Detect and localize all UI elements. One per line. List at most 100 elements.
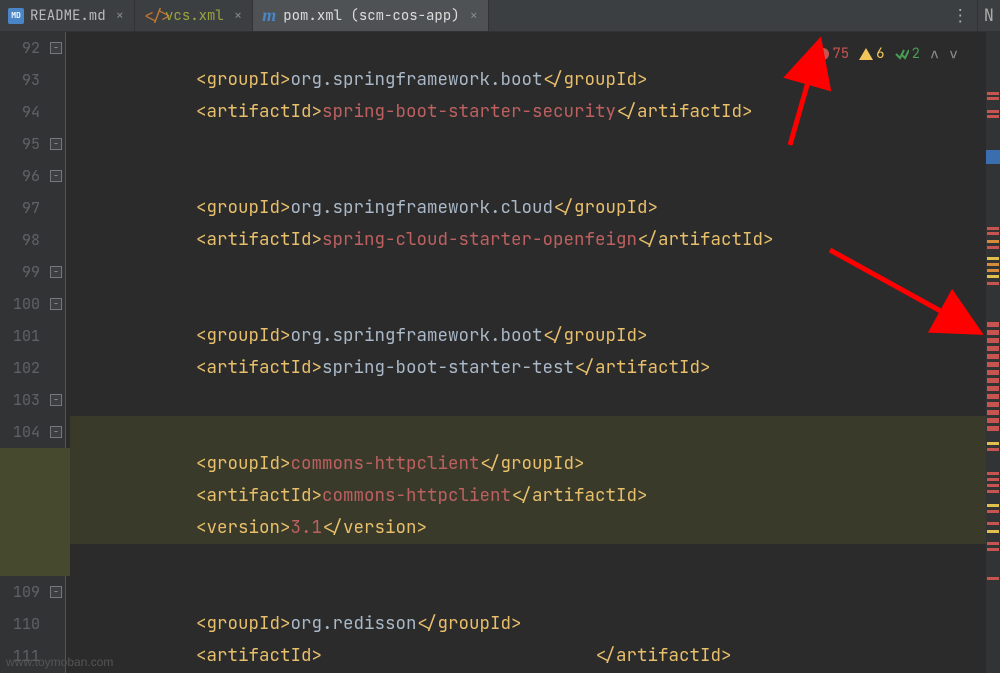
fold-toggle-icon[interactable]: − bbox=[50, 42, 62, 54]
error-icon: ! bbox=[817, 48, 829, 60]
error-stripe-marker[interactable] bbox=[987, 269, 999, 272]
fold-toggle-icon[interactable]: − bbox=[50, 170, 62, 182]
error-stripe-marker[interactable] bbox=[987, 354, 999, 359]
code-line[interactable]: <groupId>org.springframework.boot</group… bbox=[70, 64, 986, 96]
error-stripe-marker[interactable] bbox=[987, 522, 999, 525]
fold-toggle-icon[interactable]: − bbox=[50, 394, 62, 406]
code-line[interactable] bbox=[70, 544, 986, 576]
error-stripe-marker[interactable] bbox=[987, 418, 999, 423]
maven-icon: m bbox=[261, 5, 277, 26]
code-line[interactable]: <version>3.1</version> bbox=[70, 512, 986, 544]
error-stripe-marker[interactable] bbox=[987, 330, 999, 335]
error-stripe-marker[interactable] bbox=[987, 322, 999, 327]
code-line[interactable] bbox=[70, 288, 986, 320]
editor-tabs: MD README.md × </> vcs.xml × m pom.xml (… bbox=[0, 0, 1000, 32]
error-stripe-marker[interactable] bbox=[987, 240, 999, 243]
code-line[interactable]: <artifactId>commons-httpclient</artifact… bbox=[70, 480, 986, 512]
warning-indicator[interactable]: 6 bbox=[859, 45, 884, 63]
error-stripe-marker[interactable] bbox=[987, 410, 999, 415]
tab-vcs[interactable]: </> vcs.xml × bbox=[135, 0, 253, 31]
error-stripe-marker[interactable] bbox=[987, 448, 999, 451]
code-line[interactable]: <artifactId>spring-boot-starter-test</ar… bbox=[70, 352, 986, 384]
error-stripe-marker[interactable] bbox=[987, 490, 999, 493]
error-stripe-marker[interactable] bbox=[987, 346, 999, 351]
close-icon[interactable]: × bbox=[112, 7, 124, 25]
error-stripe-marker[interactable] bbox=[987, 275, 999, 278]
fold-toggle-icon[interactable]: − bbox=[50, 426, 62, 438]
prev-highlight-icon[interactable]: ∧ bbox=[930, 44, 939, 64]
line-number: 92 bbox=[0, 32, 40, 64]
error-stripe-marker[interactable] bbox=[987, 402, 999, 407]
error-stripe-marker[interactable] bbox=[987, 370, 999, 375]
error-stripe-marker[interactable] bbox=[987, 510, 999, 513]
tab-readme[interactable]: MD README.md × bbox=[0, 0, 135, 31]
error-stripe-marker[interactable] bbox=[987, 282, 999, 285]
error-stripe-marker[interactable] bbox=[987, 426, 999, 431]
error-stripe-marker[interactable] bbox=[987, 478, 999, 481]
next-highlight-icon[interactable]: ∨ bbox=[949, 44, 958, 64]
error-stripe-marker[interactable] bbox=[987, 362, 999, 367]
error-stripe-marker[interactable] bbox=[987, 263, 999, 266]
error-stripe-marker[interactable] bbox=[987, 232, 999, 235]
fold-toggle-icon[interactable]: − bbox=[50, 298, 62, 310]
tab-pom[interactable]: m pom.xml (scm-cos-app) × bbox=[253, 0, 489, 31]
error-stripe-marker[interactable] bbox=[987, 378, 999, 383]
error-stripe-marker[interactable] bbox=[987, 386, 999, 391]
inspections-widget[interactable]: ! 75 6 2 ∧ ∨ bbox=[813, 42, 962, 66]
line-number: 110 bbox=[0, 608, 40, 640]
ok-indicator[interactable]: 2 bbox=[895, 45, 920, 63]
error-stripe-marker[interactable] bbox=[987, 246, 999, 249]
code-line[interactable]: <groupId>org.springframework.boot</group… bbox=[70, 320, 986, 352]
code-line[interactable]: <groupId>org.redisson</groupId> bbox=[70, 608, 986, 640]
error-stripe-marker[interactable] bbox=[987, 504, 999, 507]
error-stripe-marker[interactable] bbox=[987, 115, 999, 118]
error-stripe-marker[interactable] bbox=[986, 150, 1000, 164]
error-stripe[interactable] bbox=[986, 32, 1000, 673]
error-stripe-marker[interactable] bbox=[987, 442, 999, 445]
code-line[interactable] bbox=[70, 128, 986, 160]
code-line[interactable]: <groupId>org.springframework.cloud</grou… bbox=[70, 192, 986, 224]
line-number: 101 bbox=[0, 320, 40, 352]
fold-toggle-icon[interactable]: − bbox=[50, 586, 62, 598]
error-stripe-marker[interactable] bbox=[987, 577, 999, 580]
code-line[interactable]: <groupId>commons-httpclient</groupId> bbox=[70, 448, 986, 480]
error-stripe-marker[interactable] bbox=[987, 542, 999, 545]
error-stripe-marker[interactable] bbox=[987, 484, 999, 487]
line-number: 97 bbox=[0, 192, 40, 224]
code-line[interactable] bbox=[70, 576, 986, 608]
code-line[interactable]: <artifactId>spring-cloud-starter-openfei… bbox=[70, 224, 986, 256]
fold-gutter[interactable]: −−−−−−−−− bbox=[48, 32, 66, 673]
error-indicator[interactable]: ! 75 bbox=[817, 45, 849, 63]
line-number: 96 bbox=[0, 160, 40, 192]
close-icon[interactable]: × bbox=[466, 7, 478, 25]
error-stripe-marker[interactable] bbox=[987, 394, 999, 399]
close-icon[interactable]: × bbox=[230, 7, 242, 25]
code-line[interactable]: <artifactId> </artifactId> bbox=[70, 640, 986, 672]
error-stripe-marker[interactable] bbox=[987, 97, 999, 100]
tabs-menu-icon[interactable]: ⋮ bbox=[944, 0, 977, 31]
code-line[interactable] bbox=[70, 256, 986, 288]
line-number: 103 bbox=[0, 384, 40, 416]
error-stripe-marker[interactable] bbox=[987, 338, 999, 343]
code-line[interactable] bbox=[70, 384, 986, 416]
error-stripe-marker[interactable] bbox=[987, 92, 999, 95]
error-stripe-marker[interactable] bbox=[987, 530, 999, 533]
code-content[interactable]: <groupId>org.springframework.boot</group… bbox=[66, 32, 986, 673]
line-number: 104 bbox=[0, 416, 40, 448]
error-stripe-marker[interactable] bbox=[987, 227, 999, 230]
line-number: 99 bbox=[0, 256, 40, 288]
markdown-icon: MD bbox=[8, 8, 24, 24]
svg-text:!: ! bbox=[821, 48, 826, 60]
fold-toggle-icon[interactable]: − bbox=[50, 138, 62, 150]
error-stripe-marker[interactable] bbox=[987, 472, 999, 475]
line-number: 95 bbox=[0, 128, 40, 160]
error-stripe-marker[interactable] bbox=[987, 257, 999, 260]
error-stripe-marker[interactable] bbox=[987, 548, 999, 551]
error-count: 75 bbox=[832, 45, 849, 63]
code-line[interactable] bbox=[70, 160, 986, 192]
fold-toggle-icon[interactable]: − bbox=[50, 266, 62, 278]
right-panel-toggle[interactable]: N bbox=[977, 0, 1000, 31]
code-line[interactable]: <artifactId>spring-boot-starter-security… bbox=[70, 96, 986, 128]
code-line[interactable] bbox=[70, 416, 986, 448]
error-stripe-marker[interactable] bbox=[987, 110, 999, 113]
